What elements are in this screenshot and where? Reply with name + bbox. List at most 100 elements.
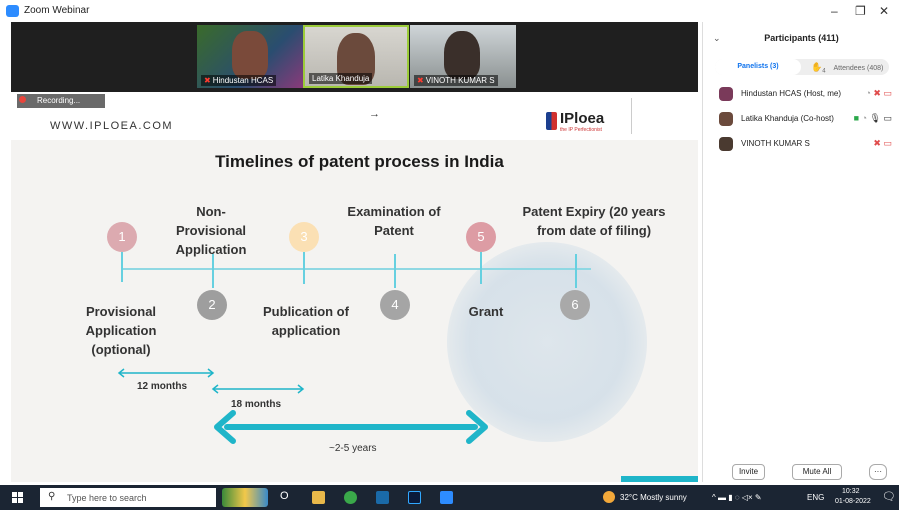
invite-button[interactable]: Invite: [732, 464, 765, 480]
participant-status-icons: ■ ◔ 🎙 ▭: [854, 113, 892, 124]
participant-status-icons: ✖ ▭: [873, 138, 892, 149]
participant-name: Hindustan HCAS (Host, me): [741, 89, 842, 98]
record-icon: [19, 96, 26, 103]
task-view-icon[interactable]: O: [280, 490, 289, 502]
video-off-icon[interactable]: ▭: [883, 88, 892, 98]
participant-row[interactable]: Latika Khanduja (Co-host) ■ ◔ 🎙 ▭: [703, 109, 899, 131]
18-months-arrow: [211, 384, 305, 394]
recording-indicator[interactable]: Recording...: [17, 94, 105, 108]
title-bar: Zoom Webinar – ❐ ✕: [0, 0, 899, 22]
recording-icon: ◔: [865, 88, 871, 98]
notifications-icon[interactable]: 🗨: [882, 490, 896, 503]
step-3-connector: [303, 252, 305, 284]
clock-date[interactable]: 01-08-2022: [835, 498, 871, 505]
step-4-label: Examination of Patent: [347, 204, 441, 238]
minimize-button[interactable]: –: [831, 4, 838, 18]
chrome-icon[interactable]: [344, 491, 357, 504]
step-4-connector: [394, 254, 396, 288]
video-tile[interactable]: ✖ VINOTH KUMAR S: [410, 25, 516, 88]
12-months-arrow: [117, 368, 215, 378]
raised-hand-icon: ✋: [811, 62, 823, 72]
search-placeholder: Type here to search: [67, 493, 147, 503]
clock-time[interactable]: 10:32: [842, 488, 860, 495]
language-indicator[interactable]: ENG: [807, 493, 824, 502]
video-tile[interactable]: ✖ Hindustan HCAS: [197, 25, 303, 88]
mic-muted-icon[interactable]: ✖: [873, 88, 881, 98]
step-6-connector: [575, 254, 577, 288]
total-duration-label: ~2-5 years: [329, 443, 377, 454]
mic-muted-icon: ✖: [204, 76, 211, 85]
mic-muted-icon: ✖: [417, 76, 424, 85]
video-tile-name: ✖ VINOTH KUMAR S: [414, 75, 498, 86]
mic-muted-icon[interactable]: ✖: [873, 138, 881, 148]
search-highlight-banner[interactable]: [222, 488, 268, 507]
windows-start-icon[interactable]: [12, 492, 24, 504]
mute-all-button[interactable]: Mute All: [792, 464, 842, 480]
restore-button[interactable]: ❐: [855, 4, 866, 18]
weather-text[interactable]: 32°C Mostly sunny: [620, 493, 687, 502]
photoshop-icon[interactable]: [408, 491, 421, 504]
avatar: [719, 112, 733, 126]
participant-row[interactable]: VINOTH KUMAR S ✖ ▭: [703, 134, 899, 156]
total-duration-arrow: [214, 410, 488, 444]
file-explorer-icon[interactable]: [312, 491, 325, 504]
close-button[interactable]: ✕: [879, 4, 889, 18]
slide-header: Recording... WWW.IPLOEA.COM → IPloea the…: [11, 92, 698, 140]
slide-website-url: WWW.IPLOEA.COM: [50, 120, 174, 132]
step-1-label: Provisional Application (optional): [85, 304, 157, 357]
participant-video: [444, 31, 480, 79]
participants-title: Participants (411): [764, 33, 839, 43]
recording-label: Recording...: [37, 96, 81, 105]
video-tile-active-speaker[interactable]: Latika Khanduja: [303, 25, 409, 88]
weather-icon[interactable]: [603, 491, 615, 503]
app-title: Zoom Webinar: [24, 5, 90, 16]
step-2-connector: [212, 254, 214, 288]
more-options-button[interactable]: ···: [869, 464, 887, 480]
recording-icon: ◔: [861, 113, 868, 123]
video-tile-name: Latika Khanduja: [309, 73, 373, 84]
video-off-icon[interactable]: ▭: [883, 138, 892, 148]
tab-panelists[interactable]: Panelists (3): [715, 59, 801, 75]
iploea-logo: IPloea the IP Perfectionist: [546, 107, 605, 139]
participant-row[interactable]: Hindustan HCAS (Host, me) ◔ ✖ ▭: [703, 84, 899, 106]
video-tile-name: ✖ Hindustan HCAS: [201, 75, 277, 86]
slide-title: Timelines of patent process in India: [215, 152, 504, 171]
mic-on-icon[interactable]: 🎙: [870, 113, 881, 123]
logo-text: IPloea: [560, 110, 605, 127]
participants-tab-bar: Panelists (3) ✋4 Attendees (408): [715, 59, 889, 75]
step-5-circle: 5: [466, 222, 496, 252]
app-icon[interactable]: [376, 491, 389, 504]
tray-icons[interactable]: ^ ▬ ▮ ◌ ◁× ✎: [712, 493, 762, 502]
step-3-circle: 3: [289, 222, 319, 252]
share-icon: ■: [853, 113, 860, 123]
taskbar-search-box[interactable]: ⚲ Type here to search: [40, 488, 216, 507]
raised-hand-count: 4: [822, 68, 826, 75]
windows-taskbar: ⚲ Type here to search O 32°C Mostly sunn…: [0, 485, 899, 510]
zoom-taskbar-icon[interactable]: [440, 491, 453, 504]
participant-name: VINOTH KUMAR S: [741, 139, 810, 148]
step-4-circle: 4: [380, 290, 410, 320]
step-2-label: Non-Provisional Application: [175, 204, 247, 257]
participant-name: Latika Khanduja (Co-host): [741, 114, 834, 123]
zoom-logo-icon: [6, 5, 19, 17]
step-3-label: Publication of application: [263, 304, 349, 338]
timeline-line: [121, 268, 591, 270]
step-1-connector: [121, 252, 123, 282]
tab-attendees[interactable]: ✋4 Attendees (408): [811, 59, 889, 75]
12-months-label: 12 months: [137, 381, 188, 392]
slide-divider: [631, 98, 632, 134]
step-6-label: Patent Expiry (20 years from date of fil…: [522, 204, 666, 238]
logo-tagline: the IP Perfectionist: [560, 127, 602, 133]
slide-accent-bar: [621, 476, 698, 482]
logo-mark-icon: [546, 112, 557, 130]
avatar: [719, 137, 733, 151]
slide-arrow: →: [369, 108, 380, 120]
step-6-circle: 6: [560, 290, 590, 320]
avatar: [719, 87, 733, 101]
video-icon[interactable]: ▭: [883, 113, 892, 123]
step-5-label: Grant: [468, 304, 504, 319]
shared-screen[interactable]: Recording... WWW.IPLOEA.COM → IPloea the…: [11, 92, 698, 482]
participants-panel: ⌄ Participants (411) Panelists (3) ✋4 At…: [702, 22, 899, 482]
step-1-circle: 1: [107, 222, 137, 252]
search-icon: ⚲: [48, 491, 56, 502]
